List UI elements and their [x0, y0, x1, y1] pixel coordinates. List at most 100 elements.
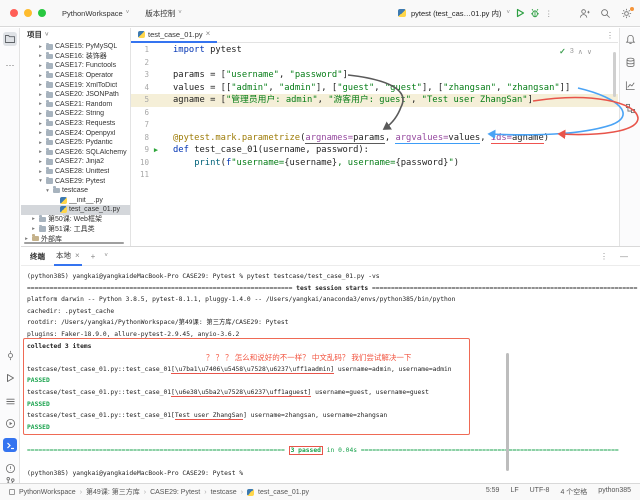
breadcrumb-item[interactable]: PythonWorkspace	[19, 489, 76, 496]
line-number: 6	[131, 107, 149, 120]
chevron-collapsed-icon[interactable]: ▸	[37, 149, 44, 155]
database-icon[interactable]	[624, 56, 637, 69]
chevron-collapsed-icon[interactable]: ▸	[37, 159, 44, 165]
tree-item[interactable]: ▸CASE22: String	[21, 109, 130, 119]
chevron-collapsed-icon[interactable]: ▸	[37, 140, 44, 146]
folder-icon	[46, 130, 53, 136]
terminal-line: testcase/test_case_01.py::test_case_01[\…	[21, 364, 640, 376]
chevron-collapsed-icon[interactable]: ▸	[30, 226, 37, 232]
tab-test-case-01[interactable]: test_case_01.py ×	[131, 28, 217, 43]
window-minimize-button[interactable]	[24, 9, 32, 17]
terminal-output[interactable]: (python385) yangkai@yangkaideMacBook-Pro…	[21, 267, 640, 483]
breadcrumb-item[interactable]: test_case_01.py	[258, 489, 309, 496]
notifications-icon[interactable]	[624, 33, 637, 46]
chevron-expanded-icon[interactable]: ▾	[44, 188, 51, 194]
tree-item[interactable]: ▸CASE18: Operator	[21, 71, 130, 81]
project-panel: 项目 ˅ ▸CASE15: PyMySQL▸CASE16: 装饰器▸CASE17…	[21, 28, 131, 246]
terminal-tab-local[interactable]: 本地 ×	[54, 247, 82, 266]
chevron-collapsed-icon[interactable]: ▸	[37, 82, 44, 88]
inspections-widget[interactable]: ✓ 3 ∧ ∨	[559, 47, 592, 56]
tree-item[interactable]: ▸CASE23: Requests	[21, 119, 130, 129]
run-configuration[interactable]: pytest (test_cas…01.py 内)	[411, 8, 501, 19]
chevron-collapsed-icon[interactable]: ▸	[37, 169, 44, 175]
status-item[interactable]: 4 个空格	[560, 487, 587, 497]
chevron-collapsed-icon[interactable]: ▸	[37, 63, 44, 69]
chevron-collapsed-icon[interactable]: ▸	[37, 44, 44, 50]
chevron-down-icon[interactable]: ˅	[506, 10, 510, 16]
vcs-menu[interactable]: 版本控制 ˅	[145, 8, 182, 19]
prev-problem-icon[interactable]: ∧	[578, 48, 583, 56]
status-item[interactable]: python385	[598, 487, 631, 497]
chevron-collapsed-icon[interactable]: ▸	[37, 121, 44, 127]
line-number: 4	[131, 82, 149, 95]
chevron-collapsed-icon[interactable]: ▸	[37, 111, 44, 117]
tree-item[interactable]: ▸CASE16: 装饰器	[21, 52, 130, 62]
search-icon[interactable]	[600, 8, 611, 19]
more-tool-windows-icon[interactable]: ⋯	[3, 58, 17, 72]
tree-item[interactable]: ▸CASE25: Pydantic	[21, 138, 130, 148]
terminal-tool-icon[interactable]	[3, 438, 17, 452]
editor-scrollbar[interactable]	[613, 52, 616, 97]
tree-item[interactable]: ▸CASE28: Unittest	[21, 167, 130, 177]
terminal-line: testcase/test_case_01.py::test_case_01[\…	[21, 387, 640, 399]
tree-item[interactable]: ▸CASE20: JSONPath	[21, 90, 130, 100]
settings-gear-icon[interactable]	[621, 8, 632, 19]
tree-item[interactable]: ▸CASE15: PyMySQL	[21, 42, 130, 52]
tree-item[interactable]: test_case_01.py	[21, 205, 130, 215]
chevron-collapsed-icon[interactable]: ▸	[37, 92, 44, 98]
tree-item[interactable]: ▸CASE27: Jinja2	[21, 157, 130, 167]
chevron-expanded-icon[interactable]: ▾	[37, 178, 44, 184]
chevron-collapsed-icon[interactable]: ▸	[23, 236, 30, 242]
chevron-collapsed-icon[interactable]: ▸	[30, 216, 37, 222]
run-button[interactable]	[515, 8, 525, 18]
terminal-dropdown-icon[interactable]: ˅	[104, 253, 108, 259]
status-item[interactable]: UTF-8	[530, 487, 550, 497]
tree-item[interactable]: ▸第50课: Web框架	[21, 215, 130, 225]
tree-item[interactable]: ▾CASE29: Pytest	[21, 176, 130, 186]
structure-icon[interactable]	[624, 102, 637, 115]
more-run-options-icon[interactable]: ⋮	[545, 9, 553, 18]
chevron-collapsed-icon[interactable]: ▸	[37, 73, 44, 79]
tab-options-icon[interactable]: ⋮	[606, 31, 614, 40]
tree-item[interactable]: ▸CASE19: XmlToDict	[21, 80, 130, 90]
tree-item[interactable]: ▸第51课: 工具类	[21, 224, 130, 234]
tree-item[interactable]: ▸CASE26: SQLAlchemy	[21, 148, 130, 158]
profiler-tool-icon[interactable]	[3, 416, 17, 430]
run-tool-icon[interactable]	[3, 371, 17, 385]
code-area[interactable]: 1import pytest23params = ["username", "p…	[131, 44, 618, 246]
status-item[interactable]: 5:59	[486, 487, 500, 497]
tree-item[interactable]: ▸CASE21: Random	[21, 100, 130, 110]
services-tool-icon[interactable]	[3, 394, 17, 408]
run-test-icon[interactable]: ▶	[149, 144, 163, 157]
close-tab-icon[interactable]: ×	[206, 30, 211, 38]
chevron-collapsed-icon[interactable]: ▸	[37, 130, 44, 136]
project-menu[interactable]: PythonWorkspace ˅	[62, 9, 129, 18]
chevron-collapsed-icon[interactable]: ▸	[37, 101, 44, 107]
code-with-me-icon[interactable]	[579, 8, 590, 19]
breadcrumb-item[interactable]: CASE29: Pytest	[150, 489, 200, 496]
new-terminal-icon[interactable]: +	[91, 252, 96, 261]
next-problem-icon[interactable]: ∨	[587, 48, 592, 56]
terminal-panel-title[interactable]: 终端	[30, 251, 45, 262]
tree-item[interactable]: ▸ CASE24: Openpyxl	[21, 128, 130, 138]
project-panel-header[interactable]: 项目 ˅	[21, 28, 130, 41]
close-terminal-tab-icon[interactable]: ×	[75, 251, 80, 260]
plots-icon[interactable]	[624, 79, 637, 92]
chevron-collapsed-icon[interactable]: ▸	[37, 53, 44, 59]
status-item[interactable]: LF	[510, 487, 518, 497]
window-zoom-button[interactable]	[38, 9, 46, 17]
horizontal-scrollbar[interactable]	[24, 242, 124, 245]
debug-button[interactable]	[530, 8, 540, 18]
tree-item-label: CASE24: Openpyxl	[55, 130, 115, 137]
hide-terminal-icon[interactable]: —	[620, 252, 628, 261]
tree-item[interactable]: ▾testcase	[21, 186, 130, 196]
tree-item[interactable]: __init__.py	[21, 196, 130, 206]
window-close-button[interactable]	[10, 9, 18, 17]
terminal-options-icon[interactable]: ⋮	[600, 252, 608, 261]
tree-item[interactable]: ▸CASE17: Functools	[21, 61, 130, 71]
commit-tool-icon[interactable]	[3, 348, 17, 362]
terminal-scrollbar[interactable]	[506, 353, 509, 471]
breadcrumb-item[interactable]: 第49课: 第三方库	[86, 487, 140, 497]
breadcrumb-item[interactable]: testcase	[211, 489, 237, 496]
project-tool-icon[interactable]	[3, 32, 17, 46]
